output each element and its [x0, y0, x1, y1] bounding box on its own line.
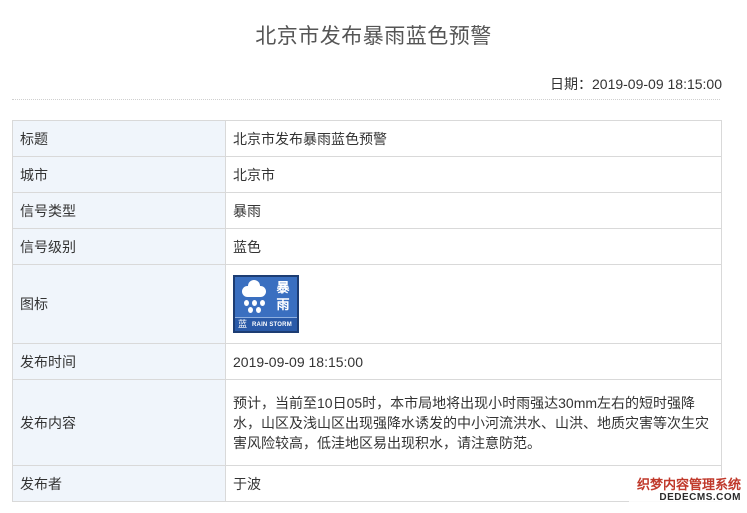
table-row-publish-time: 发布时间 2019-09-09 18:15:00 [12, 343, 722, 380]
row-label: 信号类型 [12, 192, 226, 229]
row-label: 城市 [12, 156, 226, 193]
table-row-city: 城市 北京市 [12, 156, 722, 193]
row-label: 发布者 [12, 465, 226, 502]
row-value-icon: 暴 雨 蓝 RAIN STORM [225, 264, 722, 344]
icon-glyph-top: 暴 [276, 280, 290, 295]
rain-cloud-icon [238, 280, 270, 314]
rainstorm-blue-warning-icon: 暴 雨 蓝 RAIN STORM [233, 275, 299, 333]
table-row-signal-level: 信号级别 蓝色 [12, 228, 722, 265]
row-value-content: 预计，当前至10日05时，本市局地将出现小时雨强达30mm左右的短时强降水，山区… [225, 379, 722, 466]
row-value: 北京市发布暴雨蓝色预警 [225, 120, 722, 157]
table-row-icon: 图标 暴 雨 蓝 RAIN STORM [12, 264, 722, 344]
row-label: 图标 [12, 264, 226, 344]
row-value: 蓝色 [225, 228, 722, 265]
icon-en-label: RAIN STORM [252, 322, 292, 328]
icon-level-char: 蓝 [238, 319, 248, 329]
table-row-publisher: 发布者 于波 [12, 465, 722, 502]
publish-date: 日期：2019-09-09 18:15:00 [550, 76, 722, 92]
row-value: 北京市 [225, 156, 722, 193]
watermark-en: DEDECMS.COM [659, 492, 741, 503]
dotted-divider [12, 99, 720, 100]
row-label: 发布内容 [12, 379, 226, 466]
warning-info-table: 标题 北京市发布暴雨蓝色预警 城市 北京市 信号类型 暴雨 信号级别 蓝色 图标 [12, 120, 722, 502]
site-watermark: 织梦内容管理系统 DEDECMS.COM [629, 477, 741, 507]
row-value: 暴雨 [225, 192, 722, 229]
row-label: 发布时间 [12, 343, 226, 380]
table-row-content: 发布内容 预计，当前至10日05时，本市局地将出现小时雨强达30mm左右的短时强… [12, 379, 722, 466]
table-row-title: 标题 北京市发布暴雨蓝色预警 [12, 120, 722, 157]
watermark-cn: 织梦内容管理系统 [636, 477, 741, 492]
table-row-signal-type: 信号类型 暴雨 [12, 192, 722, 229]
icon-glyph-bottom: 雨 [276, 297, 290, 312]
row-value: 2019-09-09 18:15:00 [225, 343, 722, 380]
row-label: 信号级别 [12, 228, 226, 265]
page-title: 北京市发布暴雨蓝色预警 [255, 25, 492, 48]
row-label: 标题 [12, 120, 226, 157]
